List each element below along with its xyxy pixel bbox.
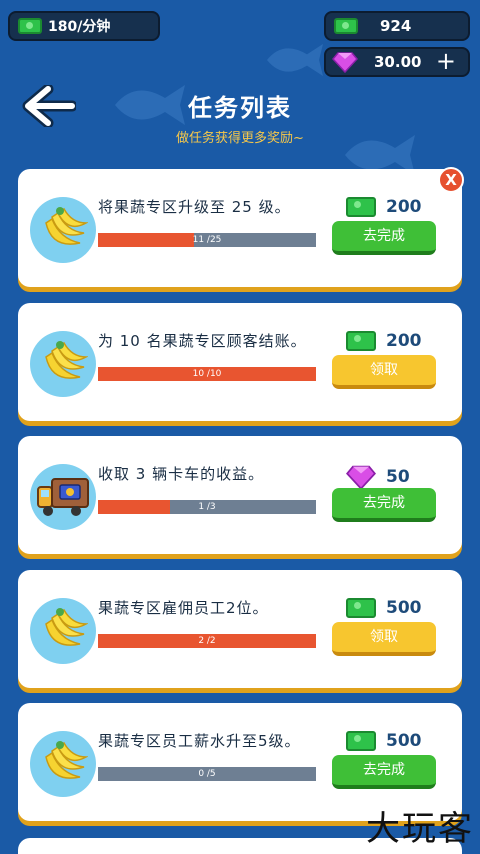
page-subtitle: 做任务获得更多奖励~	[176, 131, 304, 146]
task-progress-label: 1 /3	[198, 502, 216, 512]
cash-icon	[346, 331, 376, 351]
add-gems-button[interactable]: +	[436, 47, 456, 75]
cash-icon	[334, 18, 358, 34]
bananas-icon	[45, 741, 88, 779]
task-progress-bar: 11 /25	[98, 233, 316, 247]
task-reward: 200	[346, 197, 422, 217]
task-progress-label: 2 /2	[198, 636, 216, 646]
task-progress-bar: 1 /3	[98, 500, 316, 514]
task-card: 为 10 名果蔬专区顾客结账。 10 /10 200 领取	[18, 303, 462, 421]
task-reward: 50	[346, 464, 410, 490]
task-reward: 500	[346, 731, 422, 751]
task-reward-value: 200	[386, 197, 422, 217]
claim-button[interactable]: 领取	[332, 355, 436, 389]
task-reward: 200	[346, 331, 422, 351]
income-rate-display: 180/分钟	[8, 11, 160, 41]
go-complete-button[interactable]: 去完成	[332, 221, 436, 255]
bananas-icon	[45, 341, 88, 379]
task-icon-badge	[30, 731, 96, 797]
task-description: 收取 3 辆卡车的收益。	[98, 465, 265, 483]
cash-icon	[18, 18, 42, 34]
task-reward-value: 200	[386, 331, 422, 351]
task-description: 果蔬专区员工薪水升至5级。	[98, 732, 301, 750]
task-reward: 500	[346, 598, 422, 618]
watermark: 大玩客	[366, 809, 474, 849]
task-progress-bar: 0 /5	[98, 767, 316, 781]
task-progress-bar: 2 /2	[98, 634, 316, 648]
task-description: 果蔬专区雇佣员工2位。	[98, 599, 269, 617]
fish-silhouette-icon	[267, 44, 323, 76]
go-complete-button[interactable]: 去完成	[332, 755, 436, 789]
cash-icon	[346, 598, 376, 618]
truck-icon	[37, 478, 89, 516]
income-rate-label: 180/分钟	[48, 19, 111, 35]
task-progress-label: 10 /10	[192, 369, 222, 379]
cash-icon	[346, 731, 376, 751]
bananas-icon	[45, 608, 88, 646]
task-reward-value: 500	[386, 598, 422, 618]
task-icon-badge	[30, 464, 96, 530]
task-card: 收取 3 辆卡车的收益。 1 /3 50 去完成	[18, 436, 462, 554]
cash-display: 924	[324, 11, 470, 41]
task-reward-value: 500	[386, 731, 422, 751]
task-card: 将果蔬专区升级至 25 级。 11 /25 200 去完成 X	[18, 167, 464, 287]
task-icon-badge	[30, 331, 96, 397]
gem-display: 30.00 +	[324, 47, 470, 77]
bananas-icon	[45, 207, 88, 245]
task-reward-value: 50	[386, 467, 410, 487]
task-progress-label: 11 /25	[192, 235, 222, 245]
task-progress-label: 0 /5	[198, 769, 216, 779]
gem-icon	[332, 52, 358, 73]
go-complete-button[interactable]: 去完成	[332, 488, 436, 522]
task-progress-bar: 10 /10	[98, 367, 316, 381]
gem-value: 30.00	[374, 53, 422, 71]
cash-value: 924	[380, 17, 412, 35]
task-description: 将果蔬专区升级至 25 级。	[98, 198, 291, 216]
claim-button[interactable]: 领取	[332, 622, 436, 656]
cash-icon	[346, 197, 376, 217]
gem-icon	[346, 465, 376, 490]
task-icon-badge	[30, 197, 96, 263]
page-title: 任务列表	[188, 94, 292, 122]
close-button[interactable]: X	[438, 167, 464, 193]
task-description: 为 10 名果蔬专区顾客结账。	[98, 332, 307, 350]
task-icon-badge	[30, 598, 96, 664]
task-card: 果蔬专区雇佣员工2位。 2 /2 500 领取	[18, 570, 462, 688]
